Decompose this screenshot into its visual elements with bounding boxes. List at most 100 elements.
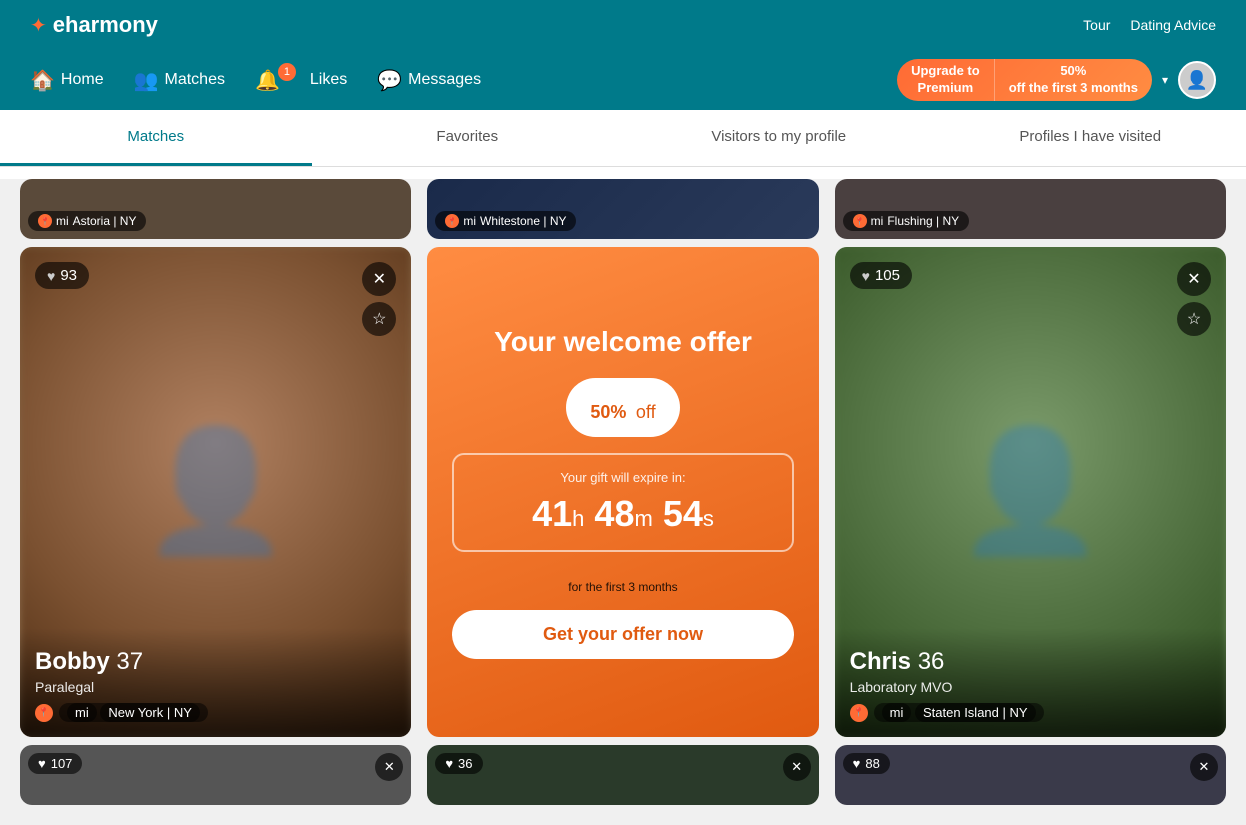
heart-icon-chris: ♥ [862, 268, 870, 284]
location-city-3: Flushing | NY [887, 214, 959, 228]
nav-home[interactable]: 🏠 Home [30, 68, 104, 93]
upgrade-left-text: Upgrade to Premium [897, 59, 995, 101]
profile-card-bobby[interactable]: 👤 ♥ 93 ✕ ☆ Bobby 37 Paralegal 📍 mi New Y… [20, 247, 411, 737]
bottom-heart-icon-3: ♥ [853, 756, 861, 771]
star-button-chris[interactable]: ☆ [1177, 302, 1211, 336]
top-card-1[interactable]: 📍 mi Astoria | NY [20, 179, 411, 239]
location-badge-3: 📍 mi Flushing | NY [843, 211, 969, 231]
dropdown-arrow[interactable]: ▾ [1162, 73, 1168, 87]
profile-location-bobby: 📍 mi New York | NY [35, 703, 396, 722]
bottom-heart-1: ♥ 107 [28, 753, 82, 774]
location-city-1: Astoria | NY [73, 214, 137, 228]
tab-indicator [146, 167, 166, 177]
location-badge-bobby: mi New York | NY [59, 703, 208, 722]
profile-location-chris: 📍 mi Staten Island | NY [850, 703, 1211, 722]
location-mi-2: mi [463, 214, 476, 228]
main-nav: 🏠 Home 👥 Matches 🔔 1 Likes 💬 Messages Up… [0, 50, 1246, 110]
top-card-3[interactable]: 📍 mi Flushing | NY [835, 179, 1226, 239]
nav-likes[interactable]: 🔔 1 Likes [255, 68, 347, 93]
location-mi-3: mi [871, 214, 884, 228]
nav-messages[interactable]: 💬 Messages [377, 68, 481, 93]
bottom-heart-3: ♥ 88 [843, 753, 890, 774]
offer-card: Your welcome offer 50% off Your gift wil… [427, 247, 818, 737]
tabs-bar: Matches Favorites Visitors to my profile… [0, 110, 1246, 167]
loc-dot-bobby: 📍 [35, 704, 53, 722]
tab-matches[interactable]: Matches [0, 110, 312, 166]
offer-months: for the first 3 months [568, 580, 677, 594]
nav-matches[interactable]: 👥 Matches [134, 68, 225, 93]
location-badge-2: 📍 mi Whitestone | NY [435, 211, 576, 231]
profile-overlay-bobby: Bobby 37 Paralegal 📍 mi New York | NY [20, 628, 411, 737]
bottom-card-1[interactable]: ♥ 107 ✕ [20, 745, 411, 805]
loc-dot-chris: 📍 [850, 704, 868, 722]
location-badge-chris: mi Staten Island | NY [874, 703, 1044, 722]
dating-advice-link[interactable]: Dating Advice [1130, 17, 1216, 33]
top-card-2[interactable]: 📍 mi Whitestone | NY [427, 179, 818, 239]
profile-name-bobby: Bobby 37 [35, 648, 396, 676]
heart-count-chris: 105 [875, 267, 900, 284]
profile-card-chris[interactable]: 👤 ♥ 105 ✕ ☆ Chris 36 Laboratory MVO 📍 mi… [835, 247, 1226, 737]
avatar[interactable]: 👤 [1178, 61, 1216, 99]
likes-badge: 1 [278, 63, 296, 81]
bottom-close-2[interactable]: ✕ [783, 753, 811, 781]
upgrade-button[interactable]: Upgrade to Premium 50% off the first 3 m… [897, 59, 1152, 101]
tab-profiles-visited[interactable]: Profiles I have visited [935, 110, 1246, 166]
bottom-close-1[interactable]: ✕ [375, 753, 403, 781]
tab-visitors[interactable]: Visitors to my profile [623, 110, 935, 166]
bottom-card-3[interactable]: ♥ 88 ✕ [835, 745, 1226, 805]
offer-title: Your welcome offer [494, 326, 752, 358]
nav-items: 🏠 Home 👥 Matches 🔔 1 Likes 💬 Messages [30, 68, 481, 93]
offer-percent-box: 50% off [566, 378, 679, 437]
nav-messages-label: Messages [408, 71, 481, 89]
nav-matches-label: Matches [165, 71, 225, 89]
messages-icon: 💬 [377, 68, 402, 93]
get-offer-button[interactable]: Get your offer now [452, 610, 793, 659]
tour-link[interactable]: Tour [1083, 17, 1110, 33]
location-text-1: mi [56, 214, 69, 228]
nav-right: Upgrade to Premium 50% off the first 3 m… [897, 59, 1216, 101]
heart-badge-chris: ♥ 105 [850, 262, 912, 289]
offer-percent: 50% off [590, 388, 655, 426]
location-city-2: Whitestone | NY [480, 214, 566, 228]
nav-likes-label: Likes [310, 71, 347, 89]
matches-icon: 👥 [134, 68, 159, 93]
tab-favorites[interactable]: Favorites [312, 110, 624, 166]
bottom-close-3[interactable]: ✕ [1190, 753, 1218, 781]
profile-job-chris: Laboratory MVO [850, 679, 1211, 695]
loc-dot-3: 📍 [853, 214, 867, 228]
profile-job-bobby: Paralegal [35, 679, 396, 695]
header-top: ✦ eharmony Tour Dating Advice [0, 0, 1246, 50]
profile-name-chris: Chris 36 [850, 648, 1211, 676]
bottom-card-2[interactable]: ♥ 36 ✕ [427, 745, 818, 805]
offer-expire-label: Your gift will expire in: [479, 470, 766, 485]
heart-icon-bobby: ♥ [47, 268, 55, 284]
header-top-links: Tour Dating Advice [1083, 17, 1216, 33]
likes-icon: 🔔 [255, 68, 280, 93]
bottom-partial-row: ♥ 107 ✕ ♥ 36 ✕ ♥ 88 ✕ [20, 745, 1226, 805]
heart-badge-bobby: ♥ 93 [35, 262, 89, 289]
logo-text: eharmony [53, 12, 158, 38]
cards-area: 📍 mi Astoria | NY 📍 mi Whitestone | NY 📍… [0, 179, 1246, 825]
top-partial-row: 📍 mi Astoria | NY 📍 mi Whitestone | NY 📍… [20, 179, 1226, 239]
close-button-chris[interactable]: ✕ [1177, 262, 1211, 296]
profile-overlay-chris: Chris 36 Laboratory MVO 📍 mi Staten Isla… [835, 628, 1226, 737]
loc-dot-2: 📍 [445, 214, 459, 228]
heart-count-bobby: 93 [60, 267, 77, 284]
logo-icon: ✦ [30, 13, 47, 38]
bottom-heart-count-3: 88 [865, 756, 879, 771]
bottom-heart-icon-1: ♥ [38, 756, 46, 771]
loc-dot-1: 📍 [38, 214, 52, 228]
bottom-heart-count-2: 36 [458, 756, 472, 771]
offer-suffix: off [636, 402, 656, 422]
bottom-heart-icon-2: ♥ [445, 756, 453, 771]
bottom-heart-count-1: 107 [51, 756, 73, 771]
home-icon: 🏠 [30, 68, 55, 93]
offer-timer-box: Your gift will expire in: 41h 48m 54s [452, 453, 793, 552]
offer-countdown: 41h 48m 54s [479, 493, 766, 535]
logo-area: ✦ eharmony [30, 12, 158, 38]
main-cards-row: 👤 ♥ 93 ✕ ☆ Bobby 37 Paralegal 📍 mi New Y… [20, 247, 1226, 737]
location-badge-1: 📍 mi Astoria | NY [28, 211, 146, 231]
nav-home-label: Home [61, 71, 104, 89]
bottom-heart-2: ♥ 36 [435, 753, 482, 774]
upgrade-right-text: 50% off the first 3 months [995, 59, 1152, 101]
